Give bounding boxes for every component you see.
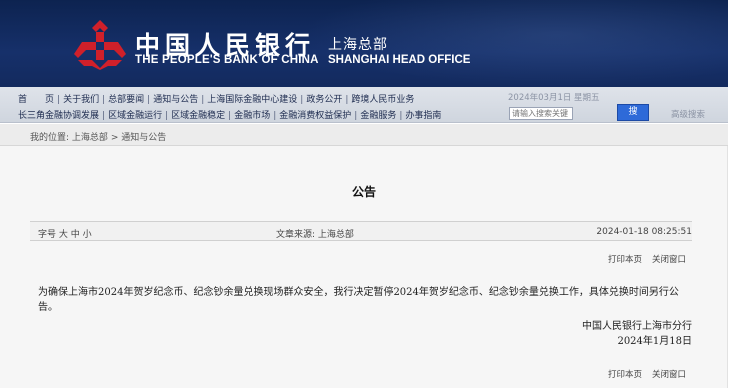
article-body: 为确保上海市2024年贺岁纪念币、纪念钞余量兑换现场群众安全，我行决定暂停202… [38, 287, 679, 313]
nav-separator: | [273, 111, 277, 121]
article-tools-top: 打印本页 关闭窗口 [608, 253, 696, 265]
nav-separator: | [399, 111, 403, 121]
source-label: 文章来源: [276, 230, 316, 240]
nav-separator: | [354, 111, 358, 121]
branch-name-cn: 上海总部 [328, 37, 388, 53]
nav-separator: | [165, 111, 169, 121]
font-size-large[interactable]: 大 [59, 230, 68, 240]
page-gutter [728, 0, 750, 388]
search-button[interactable]: 搜 [617, 104, 649, 121]
font-size-small[interactable]: 小 [83, 230, 92, 240]
nav-row-primary: 首 页 | 关于我们 | 总部要闻 | 通知与公告 | 上海国际金融中心建设 | 政务公开 | 跨境人民… [18, 92, 414, 105]
breadcrumb-link-notices[interactable]: 通知与公告 [121, 133, 166, 143]
close-window-link[interactable]: 关闭窗口 [652, 370, 686, 380]
font-size-label: 字号 [38, 230, 57, 240]
close-window-link[interactable]: 关闭窗口 [652, 255, 686, 265]
nav-separator: | [345, 95, 349, 105]
search-icon: 搜 [628, 107, 638, 117]
article-meta-bar: 字号 大 中 小 文章来源: 上海总部 2024-01-18 08:25:51 [30, 221, 692, 241]
article-title: 公告 [351, 185, 376, 199]
print-page-link[interactable]: 打印本页 [608, 370, 642, 380]
nav-item-financial-services[interactable]: 金融服务 [360, 111, 396, 121]
nav-item-financial-market[interactable]: 金融市场 [234, 111, 270, 121]
breadcrumb: 我的位置: 上海总部 > 通知与公告 [0, 124, 728, 146]
signature-org: 中国人民银行上海市分行 [582, 321, 692, 332]
nav-separator: | [147, 95, 151, 105]
branch-name-en: SHANGHAI HEAD OFFICE [328, 54, 471, 66]
current-date: 2024年03月1日 星期五 [508, 93, 600, 103]
font-size-controls: 字号 大 中 小 [38, 227, 92, 240]
nav-item-home[interactable]: 首 页 [18, 95, 54, 105]
nav-item-consumer-protection[interactable]: 金融消费权益保护 [279, 111, 351, 121]
nav-separator: | [102, 95, 106, 105]
nav-row-secondary: 长三角金融协调发展 | 区域金融运行 | 区域金融稳定 | 金融市场 | 金融消费权益保护 | 金融… [18, 108, 441, 121]
nav-item-gov-affairs[interactable]: 政务公开 [306, 95, 342, 105]
search-input[interactable] [509, 107, 573, 120]
nav-separator: | [201, 95, 205, 105]
nav-item-about[interactable]: 关于我们 [63, 95, 99, 105]
font-size-medium[interactable]: 中 [71, 230, 80, 240]
nav-item-regional-stability[interactable]: 区域金融稳定 [171, 111, 225, 121]
nav-item-regional-operation[interactable]: 区域金融运行 [108, 111, 162, 121]
nav-item-financial-center[interactable]: 上海国际金融中心建设 [207, 95, 297, 105]
pboc-logo-icon[interactable] [72, 18, 128, 70]
article-source: 文章来源: 上海总部 [276, 227, 354, 240]
bank-name-en: THE PEOPLE'S BANK OF CHINA [135, 54, 319, 66]
print-page-link[interactable]: 打印本页 [608, 255, 642, 265]
header-banner: 中国人民银行 THE PEOPLE'S BANK OF CHINA 上海总部 S… [0, 0, 728, 87]
nav-separator: | [300, 95, 304, 105]
nav-separator: | [57, 95, 61, 105]
nav-separator: | [228, 111, 232, 121]
breadcrumb-separator: > [110, 133, 119, 143]
nav-item-guide[interactable]: 办事指南 [405, 111, 441, 121]
nav-item-notices[interactable]: 通知与公告 [153, 95, 198, 105]
advanced-search-link[interactable]: 高级搜索 [671, 108, 705, 120]
nav-item-cross-border-rmb[interactable]: 跨境人民币业务 [351, 95, 414, 105]
nav-item-news[interactable]: 总部要闻 [108, 95, 144, 105]
nav-separator: | [102, 111, 106, 121]
breadcrumb-link-head-office[interactable]: 上海总部 [72, 133, 108, 143]
article-tools-bottom: 打印本页 关闭窗口 [608, 368, 696, 380]
nav-item-yangtze-delta[interactable]: 长三角金融协调发展 [18, 111, 99, 121]
source-value: 上海总部 [317, 230, 354, 240]
breadcrumb-label: 我的位置: [30, 133, 70, 143]
publish-time: 2024-01-18 08:25:51 [596, 227, 692, 237]
signature-date: 2024年1月18日 [617, 336, 692, 347]
